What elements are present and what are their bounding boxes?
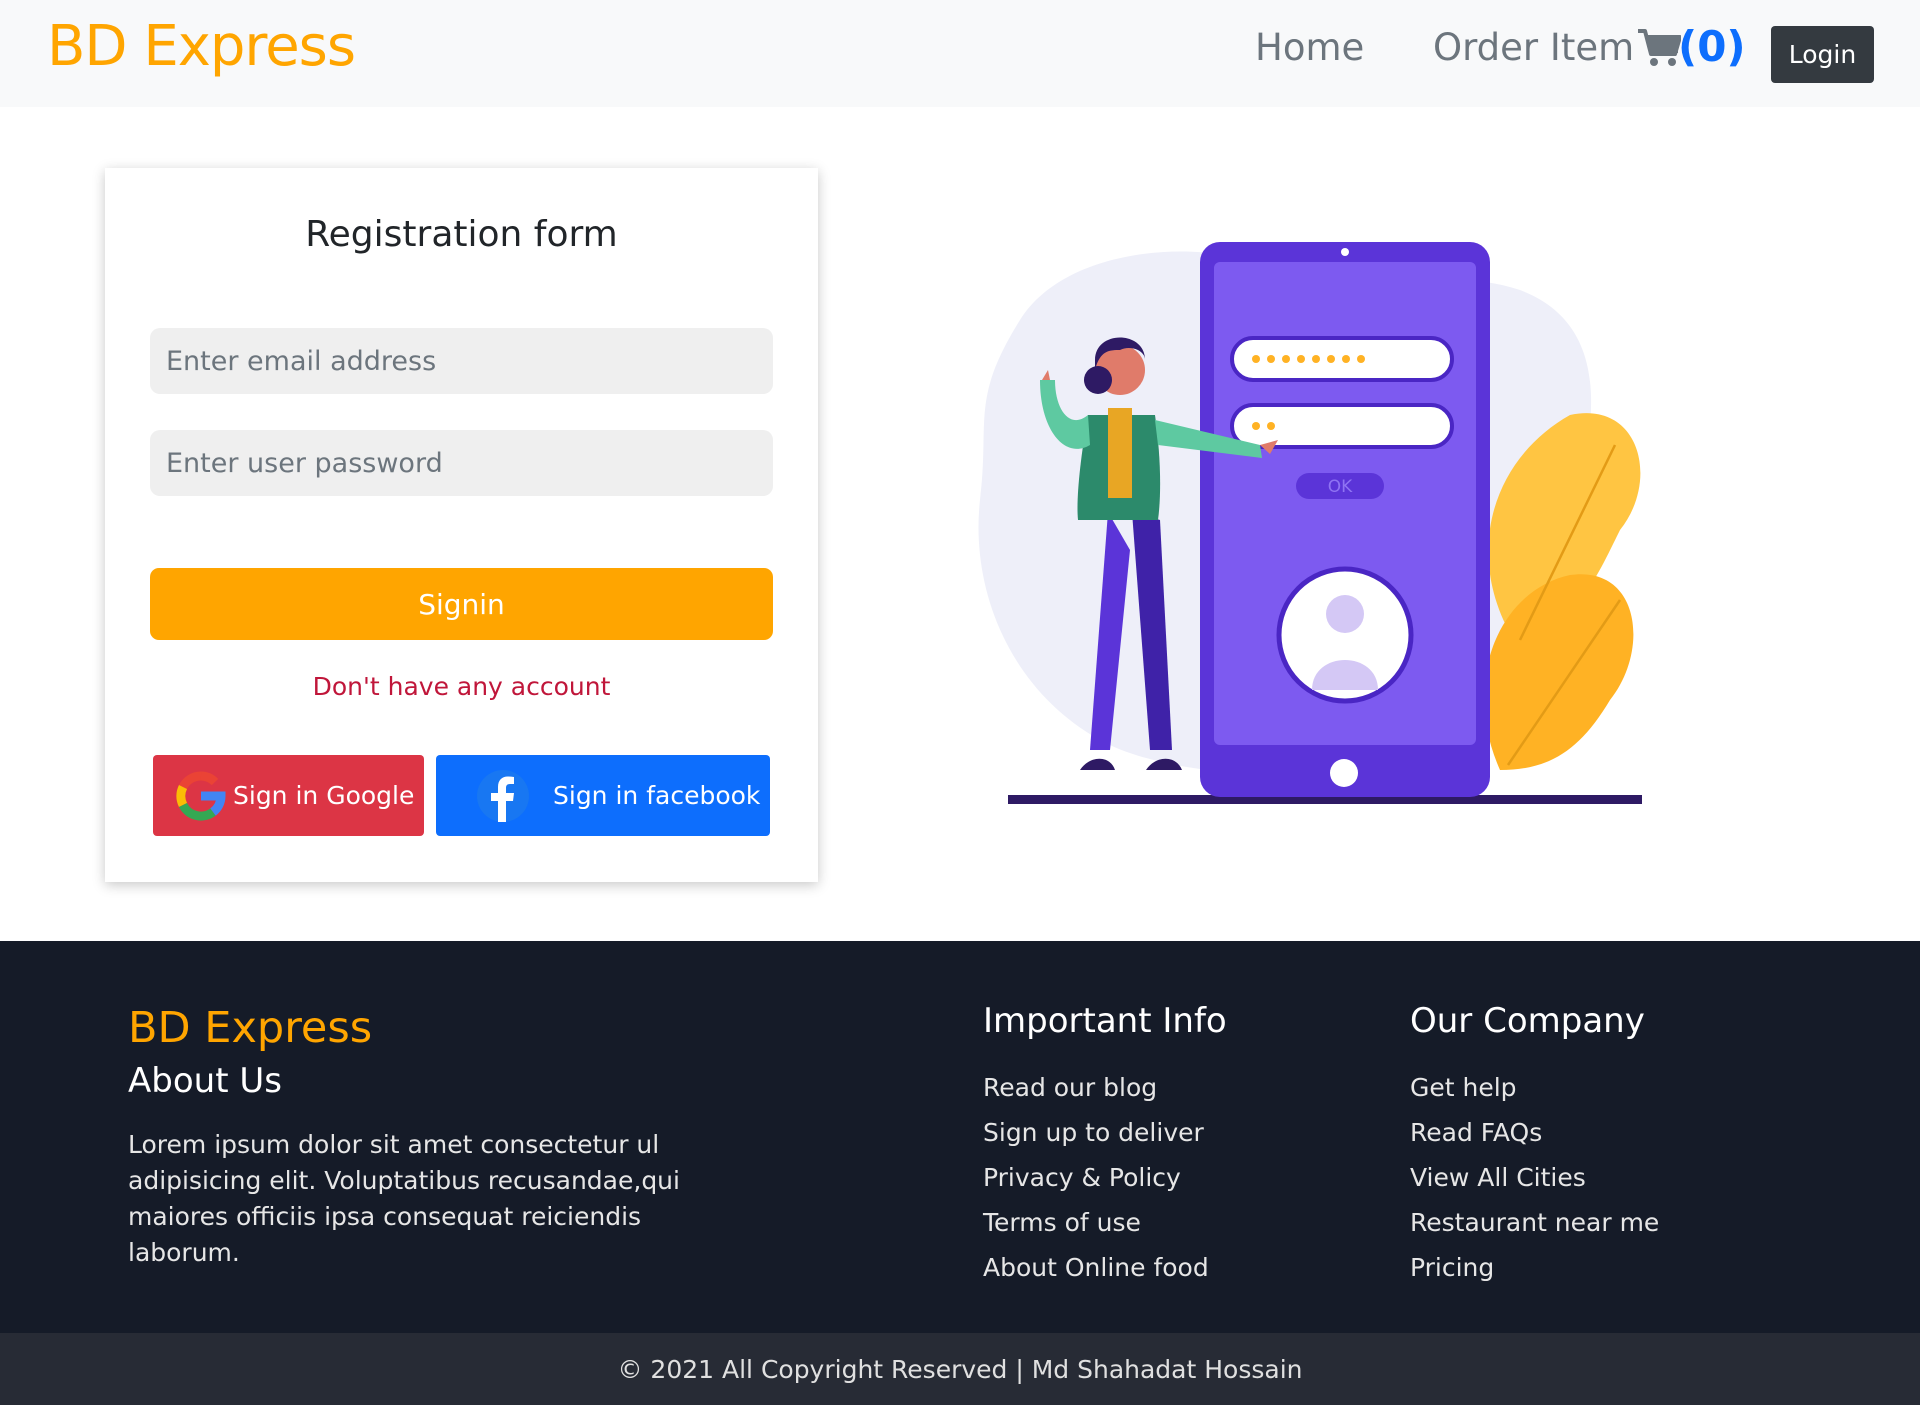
email-input[interactable]: Enter email address (150, 328, 773, 394)
footer-link-about-online-food[interactable]: About Online food (983, 1253, 1209, 1298)
facebook-icon (477, 769, 529, 822)
facebook-signin-label: Sign in facebook (553, 781, 761, 810)
phone-home-button-icon (1330, 759, 1358, 787)
signin-button[interactable]: Signin (150, 568, 773, 640)
footer-about-text: Lorem ipsum dolor sit amet consectetur u… (128, 1130, 680, 1267)
footer-link-privacy-policy[interactable]: Privacy & Policy (983, 1163, 1209, 1208)
phone-field-2 (1230, 403, 1454, 449)
brand-logo[interactable]: BD Express (47, 14, 356, 79)
registration-card: Registration form Enter email address En… (105, 168, 818, 882)
footer-about-title: About Us (128, 1061, 282, 1101)
footer-link-sign-up-deliver[interactable]: Sign up to deliver (983, 1118, 1209, 1163)
navbar: BD Express Home Order Item (0) Login (0, 0, 1920, 107)
nav-order-item-link[interactable]: Order Item (1433, 26, 1634, 69)
footer-link-get-help[interactable]: Get help (1410, 1073, 1659, 1118)
cart-count-badge[interactable]: (0) (1678, 22, 1746, 71)
footer-link-restaurant-near-me[interactable]: Restaurant near me (1410, 1208, 1659, 1253)
footer-important-title: Important Info (983, 1001, 1227, 1041)
google-icon (176, 770, 226, 821)
no-account-link[interactable]: Don't have any account (105, 672, 818, 701)
nav-home-link[interactable]: Home (1255, 26, 1364, 69)
footer-link-view-cities[interactable]: View All Cities (1410, 1163, 1659, 1208)
phone-ok-label: OK (1328, 477, 1353, 497)
footer-link-read-faqs[interactable]: Read FAQs (1410, 1118, 1659, 1163)
footer-company-title: Our Company (1410, 1001, 1645, 1041)
footer-company-list: Get help Read FAQs View All Cities Resta… (1410, 1073, 1659, 1298)
copyright-bar: © 2021 All Copyright Reserved | Md Shaha… (0, 1333, 1920, 1405)
footer-link-terms[interactable]: Terms of use (983, 1208, 1209, 1253)
footer-link-pricing[interactable]: Pricing (1410, 1253, 1659, 1298)
login-button[interactable]: Login (1771, 26, 1874, 83)
google-signin-button[interactable]: Sign in Google (153, 755, 424, 836)
footer-important-list: Read our blog Sign up to deliver Privacy… (983, 1073, 1209, 1298)
facebook-signin-button[interactable]: Sign in facebook (436, 755, 770, 836)
footer-brand[interactable]: BD Express (128, 1003, 372, 1053)
login-illustration: OK (978, 242, 1642, 804)
password-input[interactable]: Enter user password (150, 430, 773, 496)
google-signin-label: Sign in Google (233, 781, 415, 810)
footer-link-read-blog[interactable]: Read our blog (983, 1073, 1209, 1118)
footer: BD Express About Us Lorem ipsum dolor si… (0, 941, 1920, 1333)
bottom-strip (0, 1405, 1920, 1412)
form-title: Registration form (305, 214, 618, 255)
cart-icon[interactable] (1637, 28, 1681, 68)
